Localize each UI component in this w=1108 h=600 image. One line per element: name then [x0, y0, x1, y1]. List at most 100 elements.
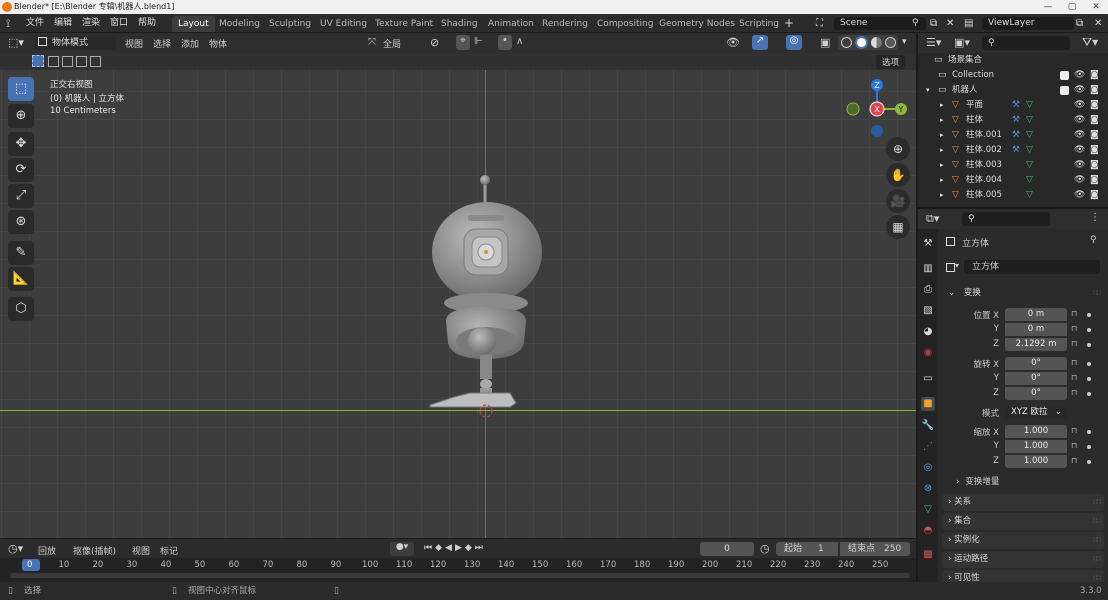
- neg-y-handle[interactable]: [846, 102, 860, 116]
- menu-marker[interactable]: 标记: [160, 544, 178, 557]
- pivot-icon[interactable]: ⊘: [430, 36, 439, 49]
- rotate-tool[interactable]: ⟳: [8, 158, 34, 182]
- menu-keying[interactable]: 抠像(插帧): [73, 544, 116, 557]
- pin-icon[interactable]: ⚲: [1090, 235, 1097, 245]
- tab-uv-editing[interactable]: UV Editing: [314, 16, 373, 32]
- delete-scene-icon[interactable]: ✕: [946, 14, 954, 33]
- solid-shading-icon[interactable]: [855, 36, 868, 49]
- relations-panel[interactable]: › 关系 ∷∷: [942, 494, 1104, 511]
- camera-icon[interactable]: ◙: [1090, 128, 1099, 143]
- pin-icon[interactable]: ⚲: [912, 14, 919, 33]
- navigation-gizmo[interactable]: Z Y X: [840, 75, 916, 145]
- keyframe-dot-icon[interactable]: [1087, 328, 1091, 332]
- material-tab-icon[interactable]: ◓: [921, 524, 935, 538]
- chevron-right-icon[interactable]: ▸: [940, 98, 944, 113]
- motion-paths-panel[interactable]: › 运动路径 ∷∷: [942, 551, 1104, 568]
- cursor-tool[interactable]: ⊕: [8, 104, 34, 128]
- lock-icon[interactable]: ⊓: [1071, 456, 1077, 465]
- drag-handle-icon[interactable]: ∷∷: [1093, 551, 1101, 568]
- playback-controls[interactable]: ⏮◆◀▶◆⏭: [424, 543, 486, 553]
- camera-icon[interactable]: ◙: [1090, 113, 1099, 128]
- zoom-icon[interactable]: ⊕: [886, 137, 910, 161]
- eye-icon[interactable]: 👁: [1074, 143, 1085, 158]
- view-layer-selector[interactable]: ViewLayer: [982, 17, 1074, 30]
- camera-icon[interactable]: ◙: [1090, 143, 1099, 158]
- falloff-icon[interactable]: ∧: [516, 36, 523, 47]
- timeline-scrollbar[interactable]: [10, 573, 910, 578]
- menu-object[interactable]: 物体: [209, 37, 227, 50]
- keyframe-dot-icon[interactable]: [1087, 313, 1091, 317]
- mesh-data-icon[interactable]: ▽: [1026, 143, 1033, 158]
- tool-tab-icon[interactable]: ⚒: [921, 237, 935, 251]
- physics-tab-icon[interactable]: ◎: [921, 461, 935, 475]
- eye-icon[interactable]: 👁: [1074, 68, 1085, 83]
- object-tab-icon[interactable]: ■: [921, 397, 935, 411]
- keyframe-dot-icon[interactable]: [1087, 343, 1091, 347]
- camera-icon[interactable]: ◙: [1090, 188, 1099, 203]
- mesh-data-icon[interactable]: ▽: [1026, 158, 1033, 173]
- tab-animation[interactable]: Animation: [482, 16, 540, 32]
- xray-icon[interactable]: ▣: [820, 36, 830, 49]
- eye-icon[interactable]: 👁: [1074, 173, 1085, 188]
- keyframe-dot-icon[interactable]: [1087, 430, 1091, 434]
- properties-options-icon[interactable]: ⋮: [1090, 212, 1100, 223]
- select-new-icon[interactable]: [32, 55, 44, 67]
- tab-geometry-nodes[interactable]: Geometry Nodes: [653, 16, 741, 32]
- outliner-row[interactable]: ▸ ▽ 柱体.002 ⚒ ▽ 👁 ◙: [918, 143, 1108, 158]
- location-z-field[interactable]: 2.1292 m: [1005, 338, 1067, 351]
- tab-layout[interactable]: Layout: [172, 16, 215, 32]
- object-name-field[interactable]: 立方体: [964, 260, 1100, 274]
- new-scene-icon[interactable]: ⧉: [930, 14, 937, 33]
- location-y-field[interactable]: 0 m: [1005, 323, 1067, 336]
- constraints-tab-icon[interactable]: ⊗: [921, 482, 935, 496]
- rotation-mode-dropdown[interactable]: XYZ 欧拉 ⌄: [1005, 406, 1067, 419]
- menu-timeline-view[interactable]: 视图: [132, 544, 150, 557]
- add-cube-tool[interactable]: ⬡: [8, 297, 34, 321]
- lock-icon[interactable]: ⊓: [1071, 309, 1077, 318]
- neg-z-handle[interactable]: [871, 125, 883, 137]
- tab-texture-paint[interactable]: Texture Paint: [369, 16, 439, 32]
- camera-icon[interactable]: ◙: [1090, 98, 1099, 113]
- drag-handle-icon[interactable]: ∷∷: [1093, 532, 1101, 549]
- modifier-icon[interactable]: ⚒: [1012, 98, 1020, 113]
- eye-icon[interactable]: 👁: [1074, 83, 1085, 98]
- pan-hand-icon[interactable]: ✋: [886, 163, 910, 187]
- current-frame-field[interactable]: 0: [700, 542, 754, 556]
- menu-add[interactable]: 添加: [181, 37, 199, 50]
- output-tab-icon[interactable]: ⎙: [921, 283, 935, 297]
- keyframe-dot-icon[interactable]: [1087, 392, 1091, 396]
- mesh-data-icon[interactable]: ▽: [1026, 98, 1033, 113]
- chevron-right-icon[interactable]: ▸: [940, 113, 944, 128]
- scale-z-field[interactable]: 1.000: [1005, 455, 1067, 468]
- properties-editor-icon[interactable]: ⧉▾: [926, 212, 939, 226]
- modifier-tab-icon[interactable]: 🔧: [921, 419, 935, 433]
- collection-tab-icon[interactable]: ▭: [921, 372, 935, 386]
- tab-rendering[interactable]: Rendering: [536, 16, 594, 32]
- modifier-icon[interactable]: ⚒: [1012, 128, 1020, 143]
- drag-handle-icon[interactable]: ∷∷: [1093, 570, 1101, 582]
- drag-handle-icon[interactable]: ∷∷: [1093, 494, 1101, 511]
- snap-icon[interactable]: ⌖: [456, 35, 470, 50]
- measure-tool[interactable]: 📐: [8, 267, 34, 291]
- keyframe-dot-icon[interactable]: [1087, 362, 1091, 366]
- lock-icon[interactable]: ⊓: [1071, 324, 1077, 333]
- tab-sculpting[interactable]: Sculpting: [263, 16, 317, 32]
- camera-view-icon[interactable]: 🎥: [886, 189, 910, 213]
- rendered-shading-icon[interactable]: [885, 37, 896, 48]
- texture-tab-icon[interactable]: ▩: [921, 548, 935, 562]
- mesh-data-icon[interactable]: ▽: [1026, 113, 1033, 128]
- wireframe-shading-icon[interactable]: [841, 37, 852, 48]
- transform-panel-header[interactable]: ⌄ 变换 ∷∷: [942, 284, 1104, 302]
- menu-render[interactable]: 渲染: [82, 14, 100, 33]
- 3d-viewport[interactable]: 选项 正交右视图 (0) 机器人 | 立方体 10 Centimeters ⬚ …: [0, 53, 916, 538]
- menu-edit[interactable]: 编辑: [54, 14, 72, 33]
- eye-icon[interactable]: 👁: [1074, 188, 1085, 203]
- overlay-toggle-icon[interactable]: ◎: [786, 35, 802, 50]
- menu-select[interactable]: 选择: [153, 37, 171, 50]
- maximize-button[interactable]: ▢: [1060, 0, 1084, 14]
- mesh-data-icon[interactable]: ▽: [1026, 128, 1033, 143]
- outliner-row[interactable]: ▸ ▽ 柱体.004 ▽ 👁 ◙: [918, 173, 1108, 188]
- world-tab-icon[interactable]: ◉: [921, 346, 935, 360]
- transform-orientation-selector[interactable]: 全局: [383, 37, 401, 50]
- scale-x-field[interactable]: 1.000: [1005, 425, 1067, 438]
